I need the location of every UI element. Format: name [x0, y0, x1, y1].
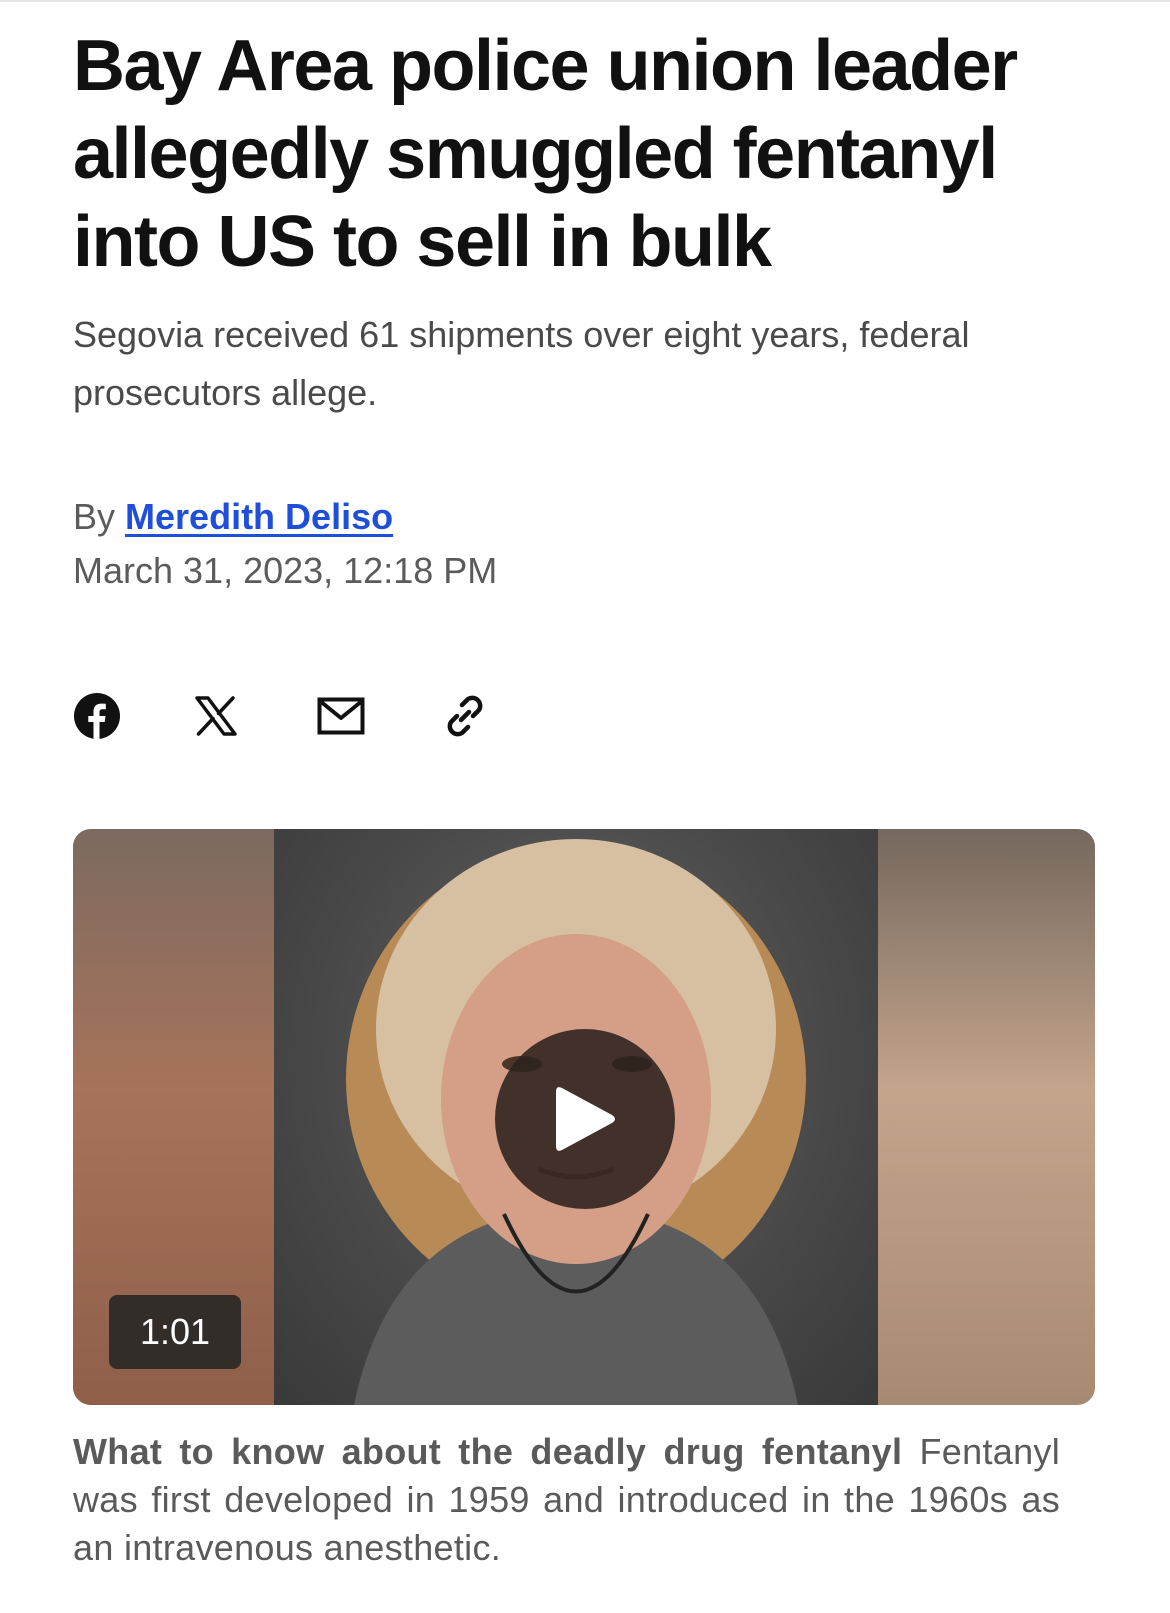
share-email-button[interactable]	[317, 688, 439, 744]
video-duration-badge: 1:01	[109, 1295, 241, 1369]
share-facebook-button[interactable]	[73, 688, 195, 744]
play-icon	[556, 1087, 615, 1151]
video-backdrop-right	[878, 829, 1095, 1405]
share-x-button[interactable]	[195, 688, 317, 744]
top-divider	[0, 0, 1170, 2]
mail-icon	[317, 697, 365, 735]
video-caption: What to know about the deadly drug fenta…	[73, 1428, 1060, 1572]
link-icon	[447, 695, 483, 737]
article-headline: Bay Area police union leader allegedly s…	[73, 26, 1018, 282]
copy-link-button[interactable]	[439, 688, 561, 744]
facebook-icon	[74, 693, 120, 739]
x-icon	[195, 696, 237, 736]
video-player[interactable]: 1:01	[73, 829, 1095, 1405]
article-dek: Segovia received 61 shipments over eight…	[73, 314, 970, 413]
share-bar	[73, 688, 561, 744]
byline: By Meredith Deliso	[73, 494, 393, 540]
publish-date: March 31, 2023, 12:18 PM	[73, 550, 498, 591]
video-caption-title: What to know about the deadly drug fenta…	[73, 1431, 903, 1472]
play-button[interactable]	[495, 1029, 675, 1209]
author-link[interactable]: Meredith Deliso	[125, 496, 393, 537]
byline-prefix: By	[73, 496, 116, 537]
